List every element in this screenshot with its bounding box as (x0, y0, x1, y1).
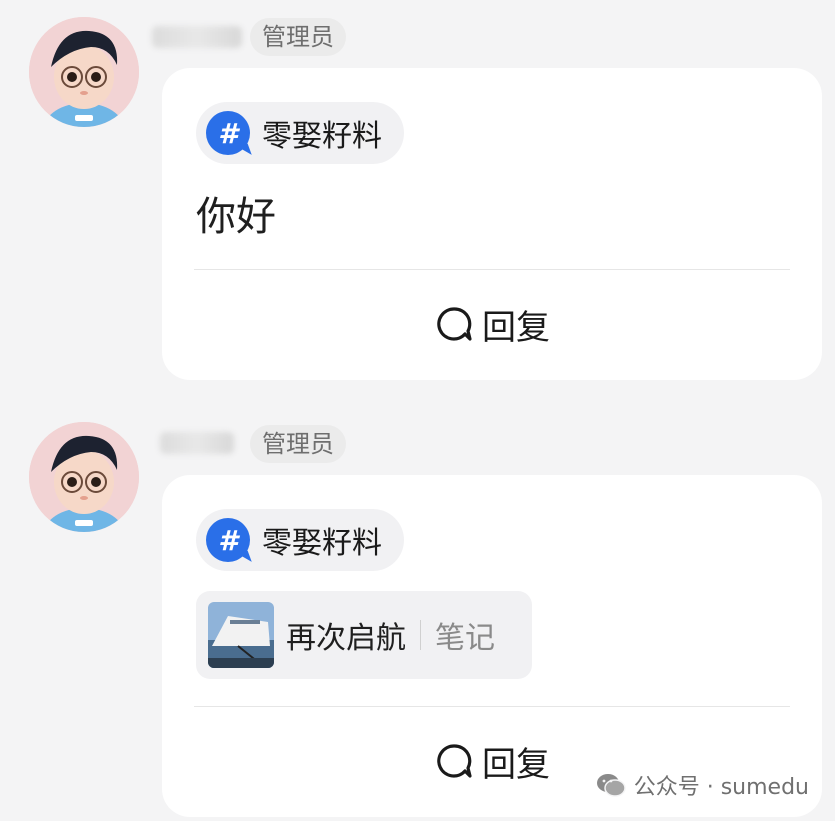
reply-label: 回复 (482, 744, 550, 785)
reply-bubble-icon (437, 307, 472, 341)
divider (194, 269, 790, 270)
post-card[interactable]: # 零娶籽料 再次启航 笔记 回复 (162, 475, 822, 817)
wechat-icon (596, 774, 626, 797)
role-badge: 管理员 (250, 425, 346, 463)
watermark-text: 公众号 · sumedu (633, 775, 809, 800)
reply-button[interactable]: 回复 (162, 294, 822, 354)
note-separator (420, 620, 421, 650)
avatar[interactable] (29, 17, 139, 127)
role-badge: 管理员 (250, 18, 346, 56)
hashtag-icon: # (206, 111, 250, 155)
reply-label: 回复 (482, 307, 550, 348)
topic-label: 零娶籽料 (262, 119, 382, 154)
post-card[interactable]: # 零娶籽料 你好 回复 (162, 68, 822, 380)
topic-chip[interactable]: # 零娶籽料 (196, 509, 404, 571)
author-name-blurred[interactable] (152, 26, 242, 48)
note-thumbnail (208, 602, 274, 668)
note-title: 再次启航 (286, 621, 406, 656)
topic-label: 零娶籽料 (262, 526, 382, 561)
avatar[interactable] (29, 422, 139, 532)
note-link[interactable]: 再次启航 笔记 (196, 591, 532, 679)
divider (194, 706, 790, 707)
hashtag-icon: # (206, 518, 250, 562)
author-name-blurred[interactable] (160, 432, 234, 454)
watermark: 公众号 · sumedu (596, 769, 809, 801)
topic-chip[interactable]: # 零娶籽料 (196, 102, 404, 164)
note-type: 笔记 (435, 621, 495, 656)
reply-bubble-icon (437, 744, 472, 778)
post-text: 你好 (196, 194, 276, 240)
